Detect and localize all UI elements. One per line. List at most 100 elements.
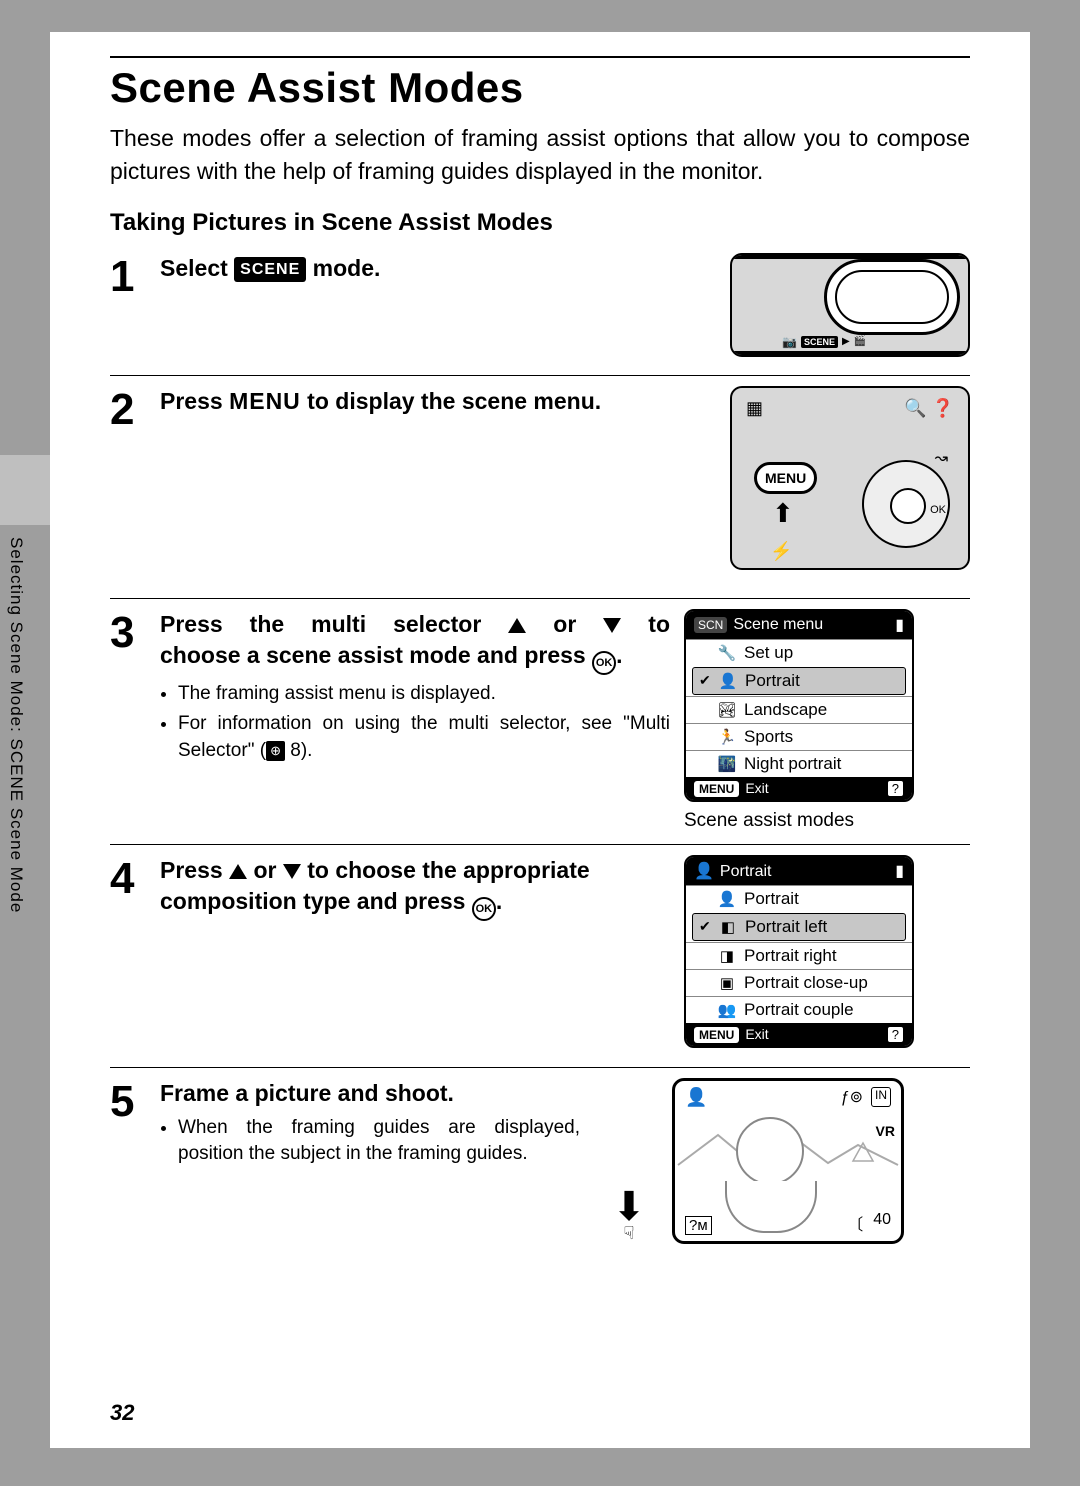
step-4-title: Press or to choose the appropriate compo… xyxy=(160,855,670,921)
text: . xyxy=(616,642,622,668)
down-arrow-icon xyxy=(603,618,621,633)
menu-button-icon: MENU xyxy=(754,462,817,494)
row-icon: 👤 xyxy=(716,890,738,908)
text: Select xyxy=(160,255,234,281)
text: composition type and press xyxy=(160,888,472,914)
page-title: Scene Assist Modes xyxy=(110,64,970,112)
battery-icon: 〔 xyxy=(847,1211,863,1235)
scrollbar-icon: ▮ xyxy=(895,861,904,881)
row-icon: 🌃 xyxy=(716,755,738,773)
row-icon: 🔧 xyxy=(716,644,738,662)
ok-button-icon: OK xyxy=(472,897,496,921)
row-icon: 🏃 xyxy=(716,728,738,746)
text: Press the multi selector xyxy=(160,611,508,637)
scene-mode-icon: SCENE xyxy=(234,257,306,283)
step-4: 4 Press or to choose the appropriate com… xyxy=(110,844,970,1067)
text: to choose the appropriate xyxy=(301,857,590,883)
row-icon: 🏞 xyxy=(716,701,738,719)
row-label: Portrait couple xyxy=(744,1000,854,1020)
side-tab xyxy=(0,455,50,525)
row-icon: 👥 xyxy=(716,1001,738,1019)
step-number: 2 xyxy=(110,386,160,432)
shots-remaining: 40 xyxy=(873,1211,891,1235)
text: Press xyxy=(160,388,229,414)
arrow-icon: ▶ xyxy=(842,336,850,347)
scene-menu-row: 🔧 Set up xyxy=(686,639,912,666)
manual-page: Scene Assist Modes These modes offer a s… xyxy=(50,32,1030,1448)
row-label: Portrait xyxy=(745,671,800,691)
viewfinder-preview: 👤 ƒ⊚ IN VR ?м 〔 xyxy=(672,1078,904,1244)
scene-menu-row: ✔👤Portrait xyxy=(692,667,906,695)
step-5-bullets: When the framing guides are displayed, p… xyxy=(160,1115,580,1168)
step-number: 4 xyxy=(110,855,160,901)
intro-paragraph: These modes offer a selection of framing… xyxy=(110,122,970,189)
portrait-menu-row: ▣ Portrait close-up xyxy=(686,969,912,996)
step-2: 2 Press MENU to display the scene menu. … xyxy=(110,375,970,598)
section-subtitle: Taking Pictures in Scene Assist Modes xyxy=(110,209,970,237)
step-5: 5 Frame a picture and shoot. When the fr… xyxy=(110,1067,970,1270)
step-2-title: Press MENU to display the scene menu. xyxy=(160,386,716,417)
exit-label: Exit xyxy=(745,1026,768,1042)
row-icon: ▣ xyxy=(716,974,738,992)
step-1-illustration: 📷 SCENE ▶ 🎬 xyxy=(730,253,970,357)
page-number: 32 xyxy=(110,1400,134,1426)
reference-icon: ⊕ xyxy=(266,741,285,761)
timer-icon: ↝ xyxy=(935,448,948,468)
step-4-illustration: 👤Portrait ▮ 👤Portrait✔◧Portrait left◨Por… xyxy=(684,855,924,1048)
camera-back-diagram: ▦ 🔍 ❓ MENU ⬆ ⚡ OK ↝ xyxy=(730,386,970,570)
step-5-title: Frame a picture and shoot. xyxy=(160,1078,580,1109)
memory-icon: IN xyxy=(871,1087,891,1107)
help-badge: ? xyxy=(887,780,904,797)
step-number: 5 xyxy=(110,1078,160,1124)
step-3-bullets: The framing assist menu is displayed. Fo… xyxy=(160,681,670,765)
menu-title: Scene menu xyxy=(733,616,823,633)
bullet: For information on using the multi selec… xyxy=(178,711,670,764)
steps-list: 1 Select SCENE mode. 📷 SCENE ▶ 🎬 xyxy=(110,243,970,1270)
row-label: Sports xyxy=(744,727,793,747)
text: . xyxy=(496,888,502,914)
row-label: Portrait close-up xyxy=(744,973,868,993)
portrait-menu-row: 👥 Portrait couple xyxy=(686,996,912,1023)
help-badge: ? xyxy=(887,1026,904,1043)
zoom-icon: 🔍 xyxy=(904,398,926,418)
ok-button-icon: OK xyxy=(592,651,616,675)
mode-indicator-icon: 👤 xyxy=(685,1087,707,1108)
row-icon: ◧ xyxy=(717,918,739,936)
top-rule xyxy=(110,56,970,58)
camera-icon: 📷 xyxy=(782,335,797,349)
row-label: Portrait right xyxy=(744,946,837,966)
step-number: 3 xyxy=(110,609,160,655)
portrait-menu-row: ◨Portrait right xyxy=(686,942,912,969)
flash-icon: ⚡ xyxy=(770,541,792,562)
exit-label: Exit xyxy=(745,780,768,796)
text: 8). xyxy=(285,740,312,761)
portrait-subject-icon xyxy=(725,1117,815,1227)
menu-word-icon: MENU xyxy=(229,388,301,414)
row-label: Set up xyxy=(744,643,793,663)
step-1: 1 Select SCENE mode. 📷 SCENE ▶ 🎬 xyxy=(110,243,970,375)
step-5-illustration: ⬇ ☟ 👤 ƒ⊚ IN VR xyxy=(594,1078,934,1244)
text: to display the scene menu. xyxy=(301,388,601,414)
row-label: Night portrait xyxy=(744,754,841,774)
bullet: The framing assist menu is displayed. xyxy=(178,681,670,708)
arrow-up-icon: ⬆ xyxy=(772,498,794,529)
text: For information on using the multi selec… xyxy=(178,713,670,761)
scene-icon: SCENE xyxy=(801,336,838,348)
image-size-badge: ?м xyxy=(685,1216,712,1235)
movie-icon: 🎬 xyxy=(854,336,866,347)
text: or xyxy=(247,857,283,883)
text: choose a scene assist mode and press xyxy=(160,642,592,668)
portrait-menu-row: 👤 Portrait xyxy=(686,885,912,912)
check-icon: ✔ xyxy=(699,672,711,689)
text: Press xyxy=(160,857,229,883)
text: or xyxy=(526,611,603,637)
step-3-title: Press the multi selector or to choose a … xyxy=(160,609,670,675)
portrait-header-icon: 👤 xyxy=(694,863,714,880)
scene-menu-row: 🌃 Night portrait xyxy=(686,750,912,777)
row-label: Portrait xyxy=(744,889,799,909)
row-label: Portrait left xyxy=(745,917,827,937)
scene-menu-row: 🏃 Sports xyxy=(686,723,912,750)
shutter-press-icon: ⬇ ☟ xyxy=(594,1191,664,1244)
thumbnail-icon: ▦ xyxy=(746,398,763,419)
text: to xyxy=(621,611,670,637)
